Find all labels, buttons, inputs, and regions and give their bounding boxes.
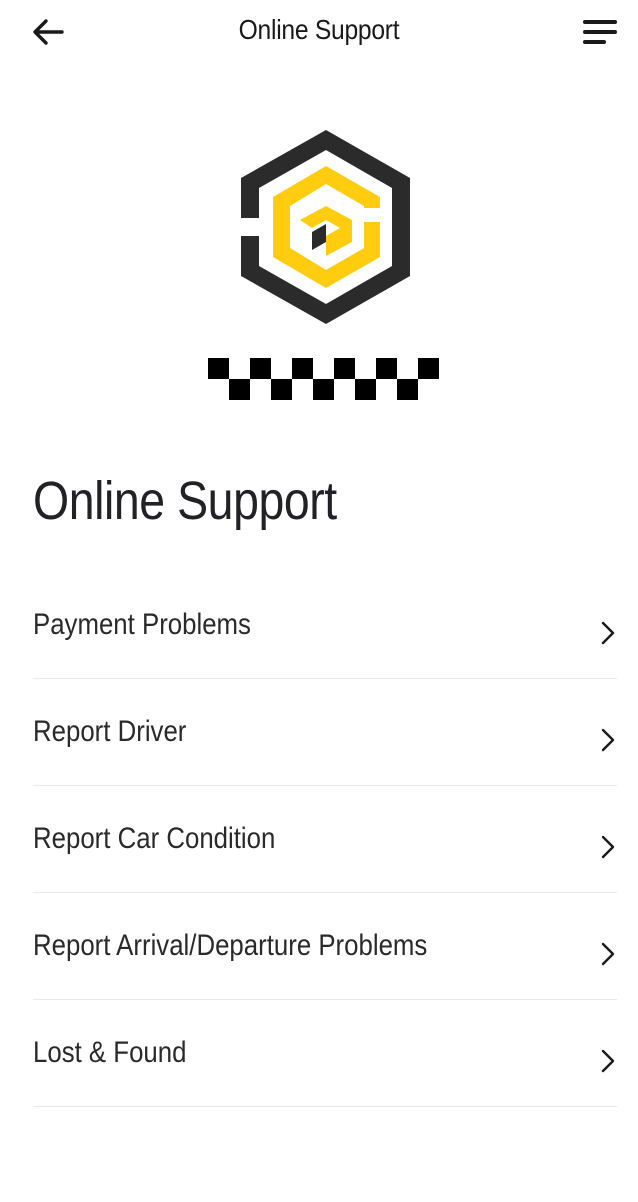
menu-item-payment-problems[interactable]: Payment Problems [33, 572, 617, 679]
chevron-right-icon [601, 728, 615, 752]
menu-item-label: Payment Problems [33, 608, 251, 641]
chevron-right-icon [601, 1049, 615, 1073]
chevron-right-icon [601, 835, 615, 859]
page-title: Online Support [33, 471, 337, 531]
menu-item-label: Report Driver [33, 715, 187, 748]
menu-item-label: Report Car Condition [33, 822, 276, 855]
menu-item-label: Lost & Found [33, 1036, 187, 1069]
menu-item-report-driver[interactable]: Report Driver [33, 679, 617, 786]
menu-item-report-arrival-departure[interactable]: Report Arrival/Departure Problems [33, 893, 617, 1000]
menu-lines-icon [583, 20, 617, 44]
menu-item-label: Report Arrival/Departure Problems [33, 929, 428, 962]
menu-item-report-car-condition[interactable]: Report Car Condition [33, 786, 617, 893]
chevron-right-icon [601, 942, 615, 966]
top-bar: Online Support [0, 0, 638, 64]
menu-button[interactable] [576, 10, 624, 54]
header-title: Online Support [238, 14, 400, 45]
menu-item-lost-and-found[interactable]: Lost & Found [33, 1000, 617, 1107]
chevron-right-icon [601, 621, 615, 645]
support-menu-list: Payment Problems Report Driver Report Ca… [33, 572, 617, 1107]
brand-logo [200, 120, 450, 410]
